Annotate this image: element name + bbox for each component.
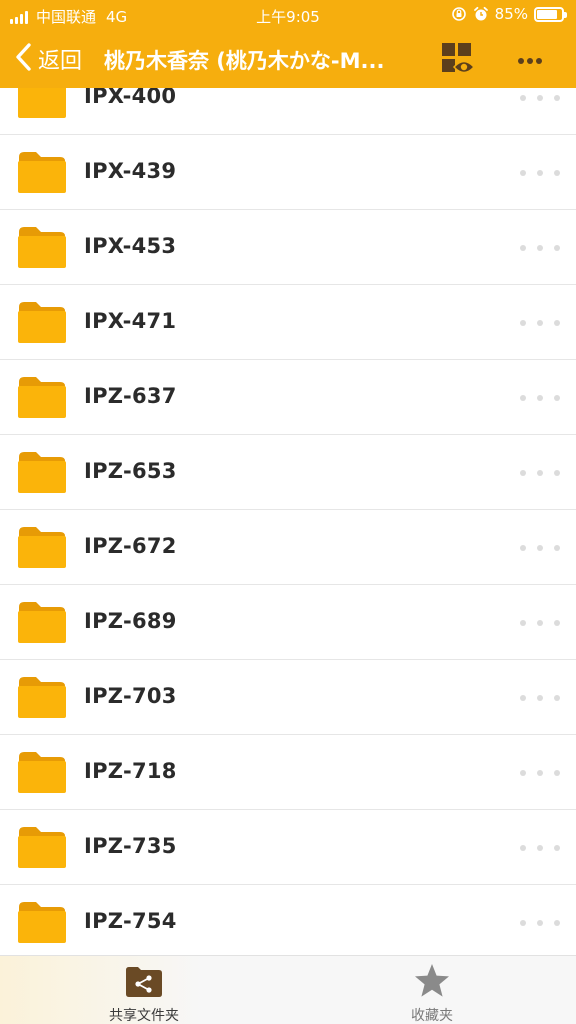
folder-name: IPZ-672: [84, 534, 177, 558]
star-icon: [413, 964, 451, 998]
folder-name: IPZ-754: [84, 909, 177, 933]
tab-bar: 共享文件夹 收藏夹: [0, 955, 576, 1024]
folder-row[interactable]: IPX-453: [0, 210, 576, 285]
folder-row[interactable]: IPZ-735: [0, 810, 576, 885]
folder-row[interactable]: IPX-439: [0, 135, 576, 210]
folder-name: IPZ-637: [84, 384, 177, 408]
more-horizontal-icon: [517, 50, 543, 69]
grid-eye-icon: [440, 43, 476, 81]
folder-row[interactable]: IPZ-754: [0, 885, 576, 960]
folder-icon: [18, 376, 66, 418]
folder-list: IPX-400 IPX-439 IPX-453 IPX-471 IPZ-637 …: [0, 60, 576, 960]
folder-icon: [18, 751, 66, 793]
row-more-icon[interactable]: [520, 463, 560, 483]
folder-name: IPX-471: [84, 309, 177, 333]
battery-icon: [534, 6, 567, 22]
folder-icon: [18, 151, 66, 193]
back-label: 返回: [38, 49, 83, 74]
folder-name: IPZ-653: [84, 459, 177, 483]
tab-label: 收藏夹: [411, 1008, 453, 1024]
folder-name: IPX-439: [84, 159, 177, 183]
folder-icon: [18, 826, 66, 868]
back-button[interactable]: 返回: [14, 42, 82, 76]
app-header: 中国联通 4G 上午9:05 85% 返回 桃乃木香奈 (桃乃木かな-M...: [0, 0, 576, 88]
folder-name: IPZ-703: [84, 684, 177, 708]
folder-icon: [18, 676, 66, 718]
folder-icon: [18, 901, 66, 943]
row-more-icon[interactable]: [520, 613, 560, 633]
alarm-icon: [473, 6, 489, 22]
folder-row[interactable]: IPZ-703: [0, 660, 576, 735]
folder-row[interactable]: IPZ-637: [0, 360, 576, 435]
folder-row[interactable]: IPZ-689: [0, 585, 576, 660]
orientation-lock-icon: [451, 6, 467, 22]
row-more-icon[interactable]: [520, 763, 560, 783]
status-bar: 中国联通 4G 上午9:05 85%: [0, 0, 576, 30]
battery-fill: [537, 9, 557, 19]
row-more-icon[interactable]: [520, 163, 560, 183]
page-title: 桃乃木香奈 (桃乃木かな-M...: [104, 49, 385, 73]
folder-icon: [18, 526, 66, 568]
nav-bar: 返回 桃乃木香奈 (桃乃木かな-M...: [0, 30, 576, 88]
folder-name: IPZ-735: [84, 834, 177, 858]
folder-icon: [18, 301, 66, 343]
chevron-left-icon: [14, 42, 34, 76]
row-more-icon[interactable]: [520, 913, 560, 933]
folder-row[interactable]: IPZ-672: [0, 510, 576, 585]
folder-row[interactable]: IPX-471: [0, 285, 576, 360]
row-more-icon[interactable]: [520, 88, 560, 108]
row-more-icon[interactable]: [520, 313, 560, 333]
row-more-icon[interactable]: [520, 238, 560, 258]
folder-name: IPZ-689: [84, 609, 177, 633]
status-right: 85%: [451, 5, 567, 23]
folder-icon: [18, 226, 66, 268]
row-more-icon[interactable]: [520, 538, 560, 558]
row-more-icon[interactable]: [520, 388, 560, 408]
more-options-button[interactable]: [512, 44, 548, 74]
view-mode-button[interactable]: [440, 41, 476, 77]
battery-percent: 85%: [494, 5, 528, 23]
shared-folder-icon: [125, 964, 163, 998]
folder-icon: [18, 451, 66, 493]
folder-name: IPX-453: [84, 234, 177, 258]
tab-favorites[interactable]: 收藏夹: [288, 956, 576, 1024]
row-more-icon[interactable]: [520, 688, 560, 708]
tab-shared-folders[interactable]: 共享文件夹: [0, 956, 288, 1024]
folder-row[interactable]: IPZ-718: [0, 735, 576, 810]
folder-row[interactable]: IPZ-653: [0, 435, 576, 510]
folder-icon: [18, 601, 66, 643]
tab-label: 共享文件夹: [109, 1008, 179, 1024]
row-more-icon[interactable]: [520, 838, 560, 858]
battery-tip: [564, 11, 567, 18]
folder-name: IPZ-718: [84, 759, 177, 783]
